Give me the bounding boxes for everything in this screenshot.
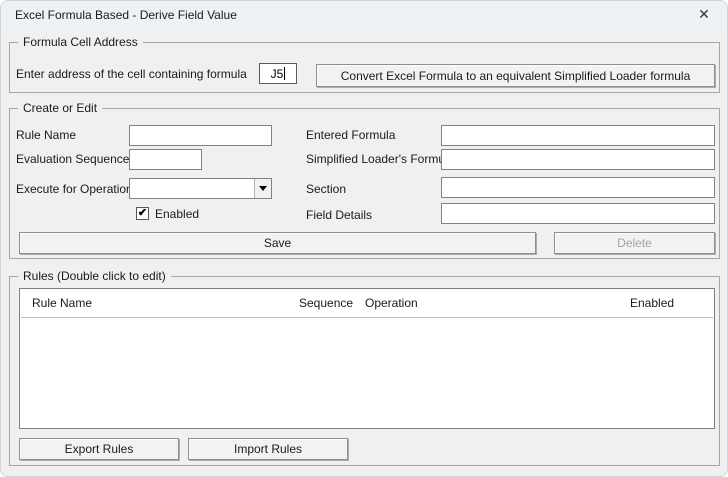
cell-address-value: J5 (270, 66, 284, 81)
export-rules-button[interactable]: Export Rules (19, 438, 179, 460)
column-header-enabled: Enabled (630, 296, 675, 310)
checkmark-icon: ✔ (137, 207, 148, 219)
close-icon[interactable]: ✕ (681, 1, 727, 28)
window-title: Excel Formula Based - Derive Field Value (15, 7, 237, 22)
column-header-rule-name: Rule Name (32, 296, 93, 310)
convert-formula-button[interactable]: Convert Excel Formula to an equivalent S… (316, 64, 715, 87)
import-rules-button[interactable]: Import Rules (188, 438, 348, 460)
chevron-down-icon (259, 186, 267, 191)
cell-address-label: Enter address of the cell containing for… (16, 67, 247, 81)
text-caret (284, 67, 286, 80)
enabled-checkbox[interactable]: ✔ (136, 207, 149, 220)
execute-for-operation-label: Execute for Operation (16, 182, 133, 196)
entered-formula-input[interactable] (441, 125, 715, 146)
save-button[interactable]: Save (19, 232, 536, 254)
rules-list[interactable]: Rule Name Sequence Operation Enabled (19, 288, 715, 429)
dialog-window: Excel Formula Based - Derive Field Value… (0, 0, 728, 477)
column-header-sequence: Sequence (299, 296, 354, 310)
execute-for-operation-dropdown[interactable] (129, 178, 272, 199)
field-details-label: Field Details (306, 208, 373, 222)
dropdown-button[interactable] (254, 179, 271, 198)
delete-button[interactable]: Delete (554, 232, 715, 254)
rule-name-label: Rule Name (16, 128, 77, 142)
column-header-operation: Operation (365, 296, 418, 310)
field-details-input[interactable] (441, 203, 715, 224)
simplified-loader-formula-input[interactable] (441, 149, 715, 170)
enabled-label: Enabled (155, 208, 200, 219)
create-or-edit-legend: Create or Edit (18, 101, 103, 115)
header-separator (21, 317, 713, 318)
section-label: Section (306, 182, 347, 196)
title-bar: Excel Formula Based - Derive Field Value (1, 1, 727, 28)
formula-cell-address-legend: Formula Cell Address (18, 35, 143, 49)
section-input[interactable] (441, 177, 715, 198)
simplified-loader-formula-label: Simplified Loader's Formula (306, 152, 455, 166)
evaluation-sequence-input[interactable] (129, 149, 202, 170)
evaluation-sequence-label: Evaluation Sequence (16, 152, 130, 166)
rule-name-input[interactable] (129, 125, 272, 146)
cell-address-input[interactable]: J5 (259, 63, 297, 84)
entered-formula-label: Entered Formula (306, 128, 396, 142)
rules-legend: Rules (Double click to edit) (18, 269, 171, 283)
